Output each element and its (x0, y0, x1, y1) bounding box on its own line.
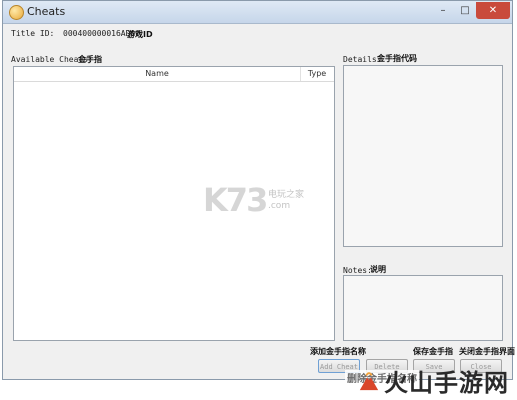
close-annotation: 关闭金手指界面 (459, 347, 515, 356)
save-annotation: 保存金手指 (413, 347, 453, 356)
cheats-window: Cheats – □ ✕ Title ID: 000400000016AD00 … (2, 0, 515, 380)
notes-label: Notes: (343, 266, 372, 275)
k73-watermark-site: 电玩之家 (268, 190, 305, 200)
title-id-label: Title ID: (11, 29, 55, 38)
add-cheat-annotation: 添加金手指名称 (310, 347, 366, 356)
maximize-button[interactable]: □ (454, 2, 476, 19)
column-header-type[interactable]: Type (300, 67, 334, 81)
title-id-annotation: 游戏ID (127, 30, 153, 39)
k73-watermark-logo: K73 (203, 181, 268, 219)
list-header: Name Type (14, 67, 334, 82)
k73-watermark-url: .com (268, 201, 291, 211)
volcano-logo-icon (359, 371, 379, 390)
column-header-name[interactable]: Name (14, 67, 301, 81)
window-title: Cheats (27, 5, 66, 18)
minimize-button[interactable]: – (432, 2, 454, 19)
brand-watermark: 火山手游网 (358, 363, 509, 398)
details-annotation: 金手指代码 (377, 54, 417, 63)
details-label: Details: (343, 55, 382, 64)
notes-annotation: 说明 (370, 265, 386, 274)
notes-textbox[interactable] (343, 275, 503, 341)
brand-text: 火山手游网 (384, 369, 509, 397)
details-textbox[interactable] (343, 65, 503, 247)
app-icon (9, 5, 24, 20)
close-window-button[interactable]: ✕ (476, 2, 510, 19)
available-cheats-annotation: 金手指 (78, 55, 102, 64)
title-bar[interactable]: Cheats – □ ✕ (3, 1, 512, 24)
